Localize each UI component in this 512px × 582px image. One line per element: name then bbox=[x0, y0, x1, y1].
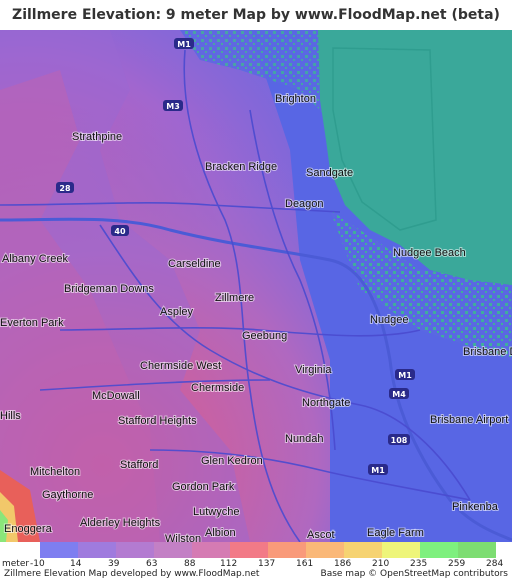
place-mcdowall: McDowall bbox=[92, 390, 140, 402]
place-virginia: Virginia bbox=[295, 364, 332, 376]
place-chermside: Chermside bbox=[191, 382, 244, 394]
legend-swatch-8 bbox=[344, 542, 382, 558]
place-nudgee-beach: Nudgee Beach bbox=[393, 247, 466, 259]
place-strathpine: Strathpine bbox=[72, 131, 122, 143]
svg-text:M1: M1 bbox=[398, 371, 412, 380]
legend-tick-1: 14 bbox=[70, 559, 82, 569]
place-bracken-ridge: Bracken Ridge bbox=[205, 161, 277, 173]
legend-swatch-2 bbox=[116, 542, 154, 558]
legend-swatch-6 bbox=[268, 542, 306, 558]
place-wilston: Wilston bbox=[165, 533, 201, 542]
legend-tick-10: 235 bbox=[410, 559, 428, 569]
svg-text:28: 28 bbox=[59, 184, 71, 193]
place-stafford-heights: Stafford Heights bbox=[118, 415, 197, 427]
credit-openstreetmap: Base map © OpenStreetMap contributors bbox=[320, 569, 508, 579]
credit-floodmap: Zillmere Elevation Map developed by www.… bbox=[4, 569, 260, 579]
place-bridgeman-downs: Bridgeman Downs bbox=[64, 283, 154, 295]
place-pinkenba: Pinkenba bbox=[452, 501, 499, 513]
legend-tick-0: -10 bbox=[30, 559, 45, 569]
road-shield-108: 108 bbox=[388, 434, 410, 445]
legend-tick-12: 284 bbox=[486, 559, 504, 569]
place-albany-creek: Albany Creek bbox=[2, 253, 69, 265]
place-glen-kedron: Glen Kedron bbox=[201, 455, 263, 467]
legend-unit: meter bbox=[2, 559, 30, 569]
legend-swatch-7 bbox=[306, 542, 344, 558]
place-enoggera: Enoggera bbox=[4, 523, 53, 535]
map-canvas: M1 M3 28 40 M1 M4 108 M1 Brighton Strath… bbox=[0, 30, 512, 542]
place-brisbane-domestic-airport: Brisbane Domestic Airport bbox=[463, 346, 512, 358]
legend-tick-3: 63 bbox=[146, 559, 158, 569]
road-shield-28: 28 bbox=[56, 182, 74, 193]
place-everton-park: Everton Park bbox=[0, 317, 64, 329]
legend-tick-5: 112 bbox=[220, 559, 238, 569]
svg-text:108: 108 bbox=[391, 436, 408, 445]
map-title: Zillmere Elevation: 9 meter Map by www.F… bbox=[0, 0, 512, 30]
road-shield-m1-east: M1 bbox=[395, 369, 415, 380]
legend-tick-11: 259 bbox=[448, 559, 466, 569]
legend-tick-9: 210 bbox=[372, 559, 390, 569]
place-nudgee: Nudgee bbox=[370, 314, 409, 326]
road-shield-m3: M3 bbox=[163, 100, 183, 111]
place-zillmere: Zillmere bbox=[215, 292, 254, 304]
svg-text:M3: M3 bbox=[166, 102, 180, 111]
legend-swatch-10 bbox=[420, 542, 458, 558]
place-lutwyche: Lutwyche bbox=[193, 506, 239, 518]
road-shield-m4: M4 bbox=[389, 388, 409, 399]
place-eagle-farm: Eagle Farm bbox=[367, 527, 424, 539]
place-chermside-west: Chermside West bbox=[140, 360, 221, 372]
place-brighton: Brighton bbox=[275, 93, 316, 105]
place-sandgate: Sandgate bbox=[306, 167, 353, 179]
road-shield-40: 40 bbox=[111, 225, 129, 236]
place-geebung: Geebung bbox=[242, 330, 287, 342]
place-stafford: Stafford bbox=[120, 459, 158, 471]
legend-tick-6: 137 bbox=[258, 559, 276, 569]
legend-tick-8: 186 bbox=[334, 559, 352, 569]
svg-text:M4: M4 bbox=[392, 390, 406, 399]
legend-swatch-11 bbox=[458, 542, 496, 558]
legend-swatch-3 bbox=[154, 542, 192, 558]
legend-swatch-4 bbox=[192, 542, 230, 558]
place-deagon: Deagon bbox=[285, 198, 324, 210]
svg-text:40: 40 bbox=[114, 227, 126, 236]
place-carseldine: Carseldine bbox=[168, 258, 221, 270]
place-nundah: Nundah bbox=[285, 433, 324, 445]
legend-tick-4: 88 bbox=[184, 559, 196, 569]
road-shield-m1-south: M1 bbox=[368, 464, 388, 475]
place-gaythorne: Gaythorne bbox=[42, 489, 93, 501]
legend-swatch-1 bbox=[78, 542, 116, 558]
svg-text:M1: M1 bbox=[371, 466, 385, 475]
road-shield-m1-north: M1 bbox=[174, 38, 194, 49]
place-mitchelton: Mitchelton bbox=[30, 466, 80, 478]
place-albion: Albion bbox=[205, 527, 236, 539]
svg-text:M1: M1 bbox=[177, 40, 191, 49]
legend-swatch-5 bbox=[230, 542, 268, 558]
place-gordon-park: Gordon Park bbox=[172, 481, 235, 493]
place-ascot: Ascot bbox=[307, 529, 335, 541]
legend-swatch-0 bbox=[40, 542, 78, 558]
legend-swatch-9 bbox=[382, 542, 420, 558]
place-aspley: Aspley bbox=[160, 306, 194, 318]
place-brisbane-airport: Brisbane Airport bbox=[430, 414, 508, 426]
place-northgate: Northgate bbox=[302, 397, 350, 409]
legend-tick-2: 39 bbox=[108, 559, 120, 569]
place-hills: Hills bbox=[0, 410, 21, 422]
elevation-map[interactable]: M1 M3 28 40 M1 M4 108 M1 Brighton Strath… bbox=[0, 30, 512, 542]
place-alderley-heights: Alderley Heights bbox=[80, 517, 161, 529]
legend-tick-7: 161 bbox=[296, 559, 314, 569]
